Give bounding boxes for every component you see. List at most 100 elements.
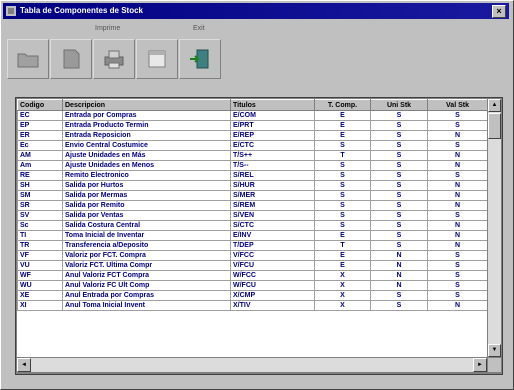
cell-descripcion[interactable]: Toma Inicial de Inventar xyxy=(62,230,231,241)
cell-tipo-comp[interactable]: X xyxy=(314,280,371,291)
cell-titulos[interactable]: X/CMP xyxy=(230,290,315,301)
table-row[interactable]: XI Anul Toma Inicial Invent X/TIV X S N xyxy=(17,300,487,311)
horizontal-scrollbar[interactable]: ◄ ► xyxy=(17,358,487,372)
cell-descripcion[interactable]: Salida Costura Central xyxy=(62,220,231,231)
scroll-left-button[interactable]: ◄ xyxy=(17,358,31,372)
column-header-uni-stk[interactable]: Uni Stk xyxy=(370,99,428,111)
cell-titulos[interactable]: S/REM xyxy=(230,200,315,211)
cell-uni-stk[interactable]: N xyxy=(370,250,428,261)
cell-uni-stk[interactable]: S xyxy=(370,220,428,231)
cell-uni-stk[interactable]: S xyxy=(370,210,428,221)
cell-titulos[interactable]: V/FCC xyxy=(230,250,315,261)
cell-codigo[interactable]: XI xyxy=(17,300,63,311)
cell-uni-stk[interactable]: S xyxy=(370,240,428,251)
cell-titulos[interactable]: V/FCU xyxy=(230,260,315,271)
cell-codigo[interactable]: RE xyxy=(17,170,63,181)
cell-codigo[interactable]: Sc xyxy=(17,220,63,231)
cell-codigo[interactable]: SM xyxy=(17,190,63,201)
cell-uni-stk[interactable]: N xyxy=(370,260,428,271)
cell-uni-stk[interactable]: N xyxy=(370,280,428,291)
column-header-tipo-comp[interactable]: T. Comp. xyxy=(314,99,371,111)
cell-codigo[interactable]: EP xyxy=(17,120,63,131)
cell-titulos[interactable]: E/PRT xyxy=(230,120,315,131)
cell-tipo-comp[interactable]: S xyxy=(314,170,371,181)
cell-uni-stk[interactable]: S xyxy=(370,190,428,201)
cell-uni-stk[interactable]: S xyxy=(370,300,428,311)
cell-tipo-comp[interactable]: T xyxy=(314,150,371,161)
cell-tipo-comp[interactable]: S xyxy=(314,220,371,231)
column-header-val-stk[interactable]: Val Stk xyxy=(427,99,487,111)
cell-tipo-comp[interactable]: E xyxy=(314,130,371,141)
cell-uni-stk[interactable]: S xyxy=(370,200,428,211)
cell-uni-stk[interactable]: S xyxy=(370,130,428,141)
table-row[interactable]: Ec Envio Central Costumice E/CTC S S S xyxy=(17,140,487,151)
table-row[interactable]: AM Ajuste Unidades en Más T/S++ T S N xyxy=(17,150,487,161)
cell-descripcion[interactable]: Anul Entrada por Compras xyxy=(62,290,231,301)
cell-val-stk[interactable]: S xyxy=(427,170,487,181)
cell-val-stk[interactable]: N xyxy=(427,130,487,141)
cell-tipo-comp[interactable]: X xyxy=(314,290,371,301)
cell-titulos[interactable]: E/COM xyxy=(230,110,315,121)
cell-descripcion[interactable]: Anul Toma Inicial Invent xyxy=(62,300,231,311)
cell-tipo-comp[interactable]: E xyxy=(314,250,371,261)
cell-tipo-comp[interactable]: S xyxy=(314,200,371,211)
cell-tipo-comp[interactable]: E xyxy=(314,230,371,241)
cell-descripcion[interactable]: Entrada Producto Termin xyxy=(62,120,231,131)
scroll-down-button[interactable]: ▼ xyxy=(488,344,501,357)
cell-val-stk[interactable]: S xyxy=(427,140,487,151)
cell-val-stk[interactable]: S xyxy=(427,270,487,281)
table-row[interactable]: TR Transferencia a/Deposito T/DEP T S N xyxy=(17,240,487,251)
cell-descripcion[interactable]: Salida por Remito xyxy=(62,200,231,211)
cell-uni-stk[interactable]: S xyxy=(370,160,428,171)
cell-val-stk[interactable]: N xyxy=(427,220,487,231)
cell-val-stk[interactable]: S xyxy=(427,290,487,301)
cell-descripcion[interactable]: Transferencia a/Deposito xyxy=(62,240,231,251)
cell-titulos[interactable]: T/S-- xyxy=(230,160,315,171)
print-button[interactable] xyxy=(93,39,135,79)
cell-tipo-comp[interactable]: T xyxy=(314,240,371,251)
cell-tipo-comp[interactable]: S xyxy=(314,190,371,201)
cell-titulos[interactable]: E/REP xyxy=(230,130,315,141)
cell-codigo[interactable]: WU xyxy=(17,280,63,291)
cell-descripcion[interactable]: Valoriz FCT. Ultima Compr xyxy=(62,260,231,271)
cell-val-stk[interactable]: S xyxy=(427,110,487,121)
cell-uni-stk[interactable]: N xyxy=(370,270,428,281)
cell-val-stk[interactable]: S xyxy=(427,250,487,261)
window-button[interactable] xyxy=(136,39,178,79)
cell-titulos[interactable]: X/TIV xyxy=(230,300,315,311)
cell-descripcion[interactable]: Valoriz por FCT. Compra xyxy=(62,250,231,261)
cell-titulos[interactable]: W/FCC xyxy=(230,270,315,281)
table-row[interactable]: Sc Salida Costura Central S/CTC S S N xyxy=(17,220,487,231)
cell-tipo-comp[interactable]: S xyxy=(314,180,371,191)
table-row[interactable]: SH Salida por Hurtos S/HUR S S N xyxy=(17,180,487,191)
cell-descripcion[interactable]: Anul Valoriz FC Ult Comp xyxy=(62,280,231,291)
cell-codigo[interactable]: TR xyxy=(17,240,63,251)
cell-descripcion[interactable]: Salida por Mermas xyxy=(62,190,231,201)
cell-codigo[interactable]: WF xyxy=(17,270,63,281)
table-row[interactable]: SM Salida por Mermas S/MER S S N xyxy=(17,190,487,201)
cell-descripcion[interactable]: Salida por Ventas xyxy=(62,210,231,221)
cell-uni-stk[interactable]: S xyxy=(370,140,428,151)
grid-viewport[interactable]: Codigo Descripcion Titulos T. Comp. Uni … xyxy=(17,99,487,357)
table-row[interactable]: WF Anul Valoriz FCT Compra W/FCC X N S xyxy=(17,270,487,281)
cell-tipo-comp[interactable]: S xyxy=(314,140,371,151)
column-header-descripcion[interactable]: Descripcion xyxy=(62,99,231,111)
cell-codigo[interactable]: Am xyxy=(17,160,63,171)
cell-codigo[interactable]: TI xyxy=(17,230,63,241)
cell-titulos[interactable]: S/REL xyxy=(230,170,315,181)
cell-val-stk[interactable]: S xyxy=(427,280,487,291)
cell-codigo[interactable]: ER xyxy=(17,130,63,141)
cell-val-stk[interactable]: N xyxy=(427,160,487,171)
cell-codigo[interactable]: XE xyxy=(17,290,63,301)
cell-codigo[interactable]: Ec xyxy=(17,140,63,151)
cell-descripcion[interactable]: Envio Central Costumice xyxy=(62,140,231,151)
cell-tipo-comp[interactable]: X xyxy=(314,270,371,281)
cell-codigo[interactable]: SH xyxy=(17,180,63,191)
cell-tipo-comp[interactable]: X xyxy=(314,300,371,311)
table-row[interactable]: Am Ajuste Unidades en Menos T/S-- S S N xyxy=(17,160,487,171)
cell-descripcion[interactable]: Entrada por Compras xyxy=(62,110,231,121)
scroll-right-button[interactable]: ► xyxy=(473,358,487,372)
table-row[interactable]: WU Anul Valoriz FC Ult Comp W/FCU X N S xyxy=(17,280,487,291)
cell-tipo-comp[interactable]: S xyxy=(314,160,371,171)
cell-titulos[interactable]: T/S++ xyxy=(230,150,315,161)
